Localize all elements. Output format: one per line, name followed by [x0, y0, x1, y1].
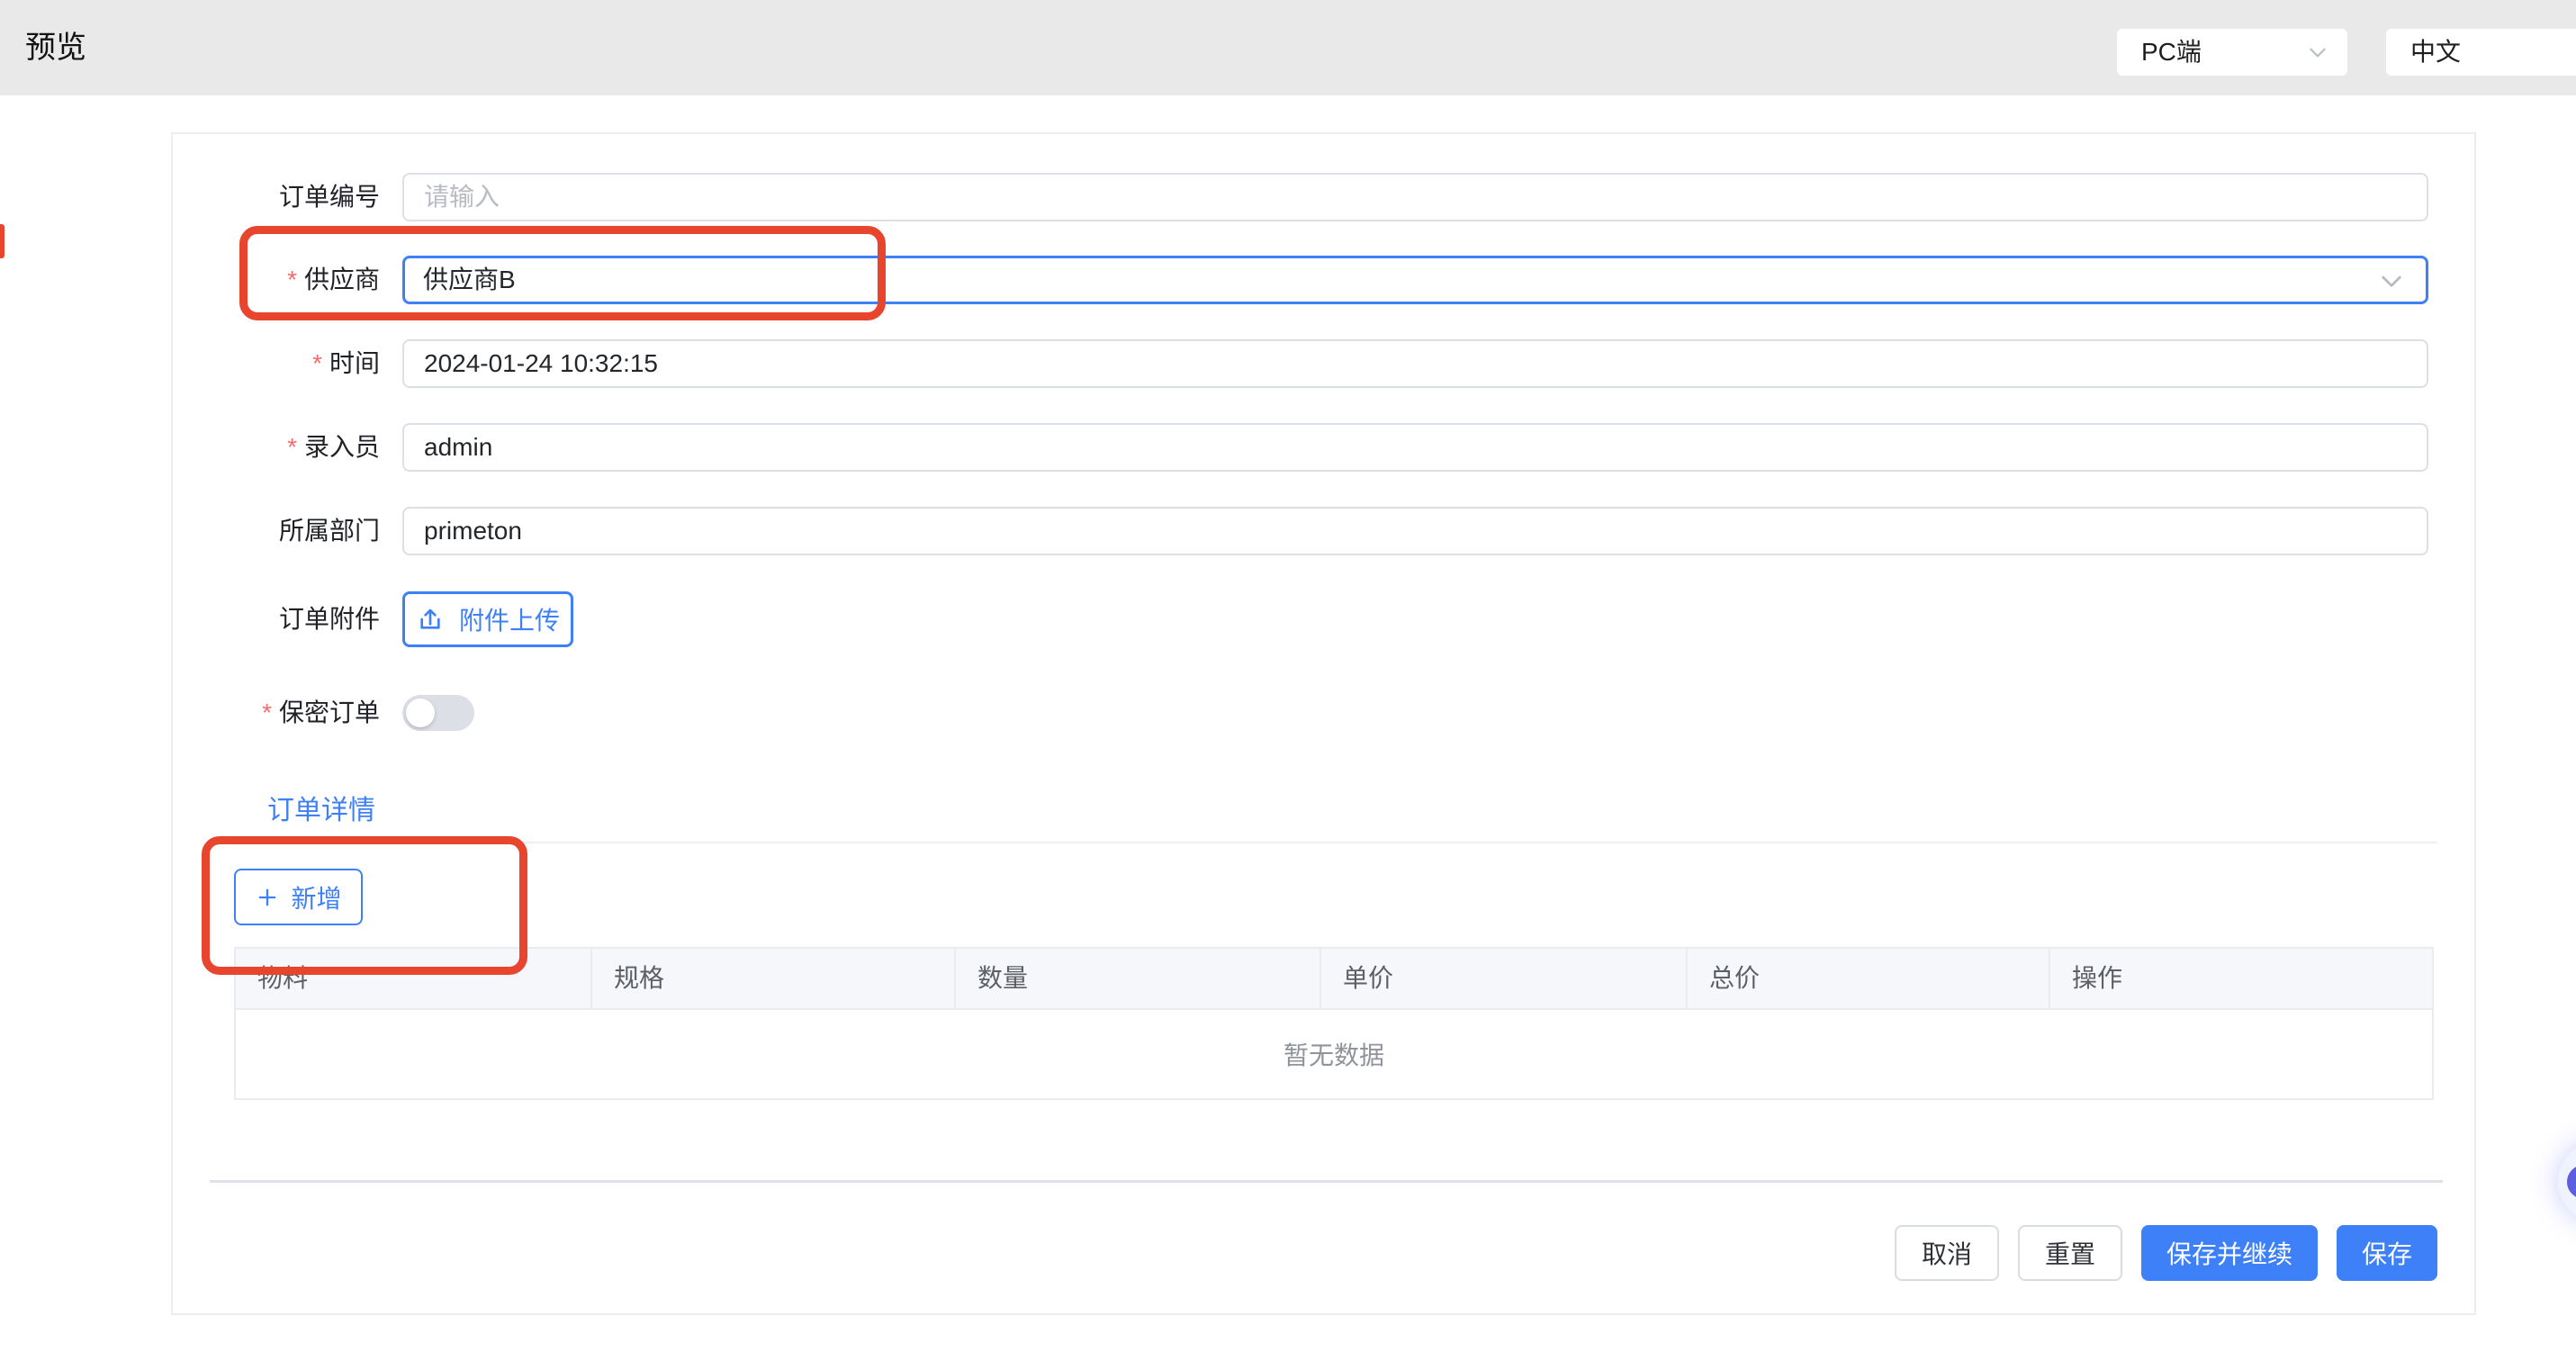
field-row-order-number: 订单编号: [173, 173, 2428, 221]
table-empty-state: 暂无数据: [236, 1010, 2432, 1098]
department-label: 所属部门: [173, 507, 380, 555]
form-panel: 订单编号 *供应商 供应商B *时间 *录入员 所属部门: [171, 132, 2476, 1315]
required-marker: *: [287, 433, 297, 461]
attachment-upload-button[interactable]: 附件上传: [402, 591, 573, 647]
reset-button[interactable]: 重置: [2018, 1225, 2122, 1281]
field-row-attachment: 订单附件 附件上传: [173, 591, 573, 647]
upload-icon: [416, 605, 445, 634]
attachment-label: 订单附件: [173, 591, 380, 647]
order-number-input[interactable]: [402, 173, 2428, 221]
recorder-label: *录入员: [173, 423, 380, 472]
save-button[interactable]: 保存: [2337, 1225, 2437, 1281]
plus-icon: [255, 885, 280, 910]
field-row-recorder: *录入员: [173, 423, 2428, 472]
form-footer: 取消 重置 保存并继续 保存: [173, 1225, 2437, 1281]
field-row-supplier: *供应商 供应商B: [173, 256, 2428, 304]
topbar: 预览 PC端 中文: [0, 0, 2576, 95]
required-marker: *: [312, 349, 322, 377]
language-select-value: 中文: [2386, 29, 2576, 76]
field-row-confidential: *保密订单: [173, 689, 474, 737]
required-marker: *: [287, 266, 297, 293]
time-input[interactable]: [402, 339, 2428, 388]
footer-divider: [210, 1180, 2443, 1183]
chevron-down-icon: [2377, 266, 2406, 295]
confidential-label: *保密订单: [173, 689, 380, 737]
section-divider: [234, 842, 2437, 843]
department-input[interactable]: [402, 507, 2428, 555]
column-header-spec: 规格: [592, 949, 956, 1008]
column-header-quantity: 数量: [956, 949, 1321, 1008]
add-row-button[interactable]: 新增: [234, 869, 363, 925]
toggle-knob: [406, 699, 435, 727]
supplier-label: *供应商: [173, 256, 380, 304]
save-and-continue-button[interactable]: 保存并继续: [2141, 1225, 2318, 1281]
chevron-down-icon: [2306, 41, 2329, 64]
confidential-toggle[interactable]: [402, 695, 474, 731]
order-detail-section-title: 订单详情: [267, 788, 375, 827]
recorder-input[interactable]: [402, 423, 2428, 472]
order-number-label: 订单编号: [173, 173, 380, 221]
attachment-upload-label: 附件上传: [459, 601, 560, 637]
language-select[interactable]: 中文: [2386, 29, 2576, 76]
annotation-edge-artifact: [0, 224, 5, 258]
order-detail-table: 物料 规格 数量 单价 总价 操作 暂无数据: [234, 947, 2434, 1100]
helper-ring-icon: [2567, 1165, 2576, 1199]
table-header-row: 物料 规格 数量 单价 总价 操作: [236, 949, 2432, 1010]
column-header-unit-price: 单价: [1321, 949, 1688, 1008]
supplier-select[interactable]: 供应商B: [402, 256, 2428, 304]
column-header-actions: 操作: [2050, 949, 2432, 1008]
column-header-material: 物料: [236, 949, 592, 1008]
add-row-button-label: 新增: [291, 879, 341, 915]
device-select[interactable]: PC端: [2117, 29, 2347, 76]
field-row-department: 所属部门: [173, 507, 2428, 555]
time-label: *时间: [173, 339, 380, 388]
column-header-total-price: 总价: [1688, 949, 2050, 1008]
supplier-select-value: 供应商B: [405, 258, 2426, 302]
field-row-time: *时间: [173, 339, 2428, 388]
cancel-button[interactable]: 取消: [1895, 1225, 1999, 1281]
required-marker: *: [262, 699, 272, 726]
floating-helper-button[interactable]: [2558, 1141, 2576, 1222]
page-title: 预览: [25, 0, 86, 95]
